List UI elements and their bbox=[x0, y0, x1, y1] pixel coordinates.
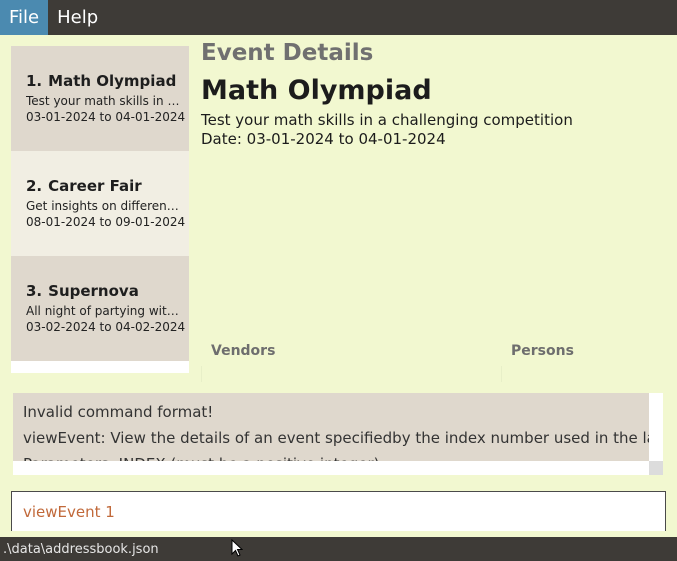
event-details-description: Test your math skills in a challenging c… bbox=[201, 111, 573, 129]
event-card-name: Math Olympiad bbox=[48, 72, 177, 90]
save-location: .\data\addressbook.json bbox=[3, 541, 159, 557]
persons-list[interactable] bbox=[501, 366, 677, 382]
result-horizontal-scrollbar[interactable] bbox=[13, 461, 649, 475]
mouse-cursor-icon bbox=[231, 539, 243, 557]
event-card-index: 1. bbox=[26, 72, 43, 90]
event-card-name: Supernova bbox=[48, 282, 139, 300]
event-card-title: 3. Supernova bbox=[26, 282, 189, 300]
event-details-name: Math Olympiad bbox=[201, 75, 432, 106]
command-input[interactable]: viewEvent 1 bbox=[11, 491, 666, 531]
menu-help[interactable]: Help bbox=[48, 0, 107, 35]
vendors-label: Vendors bbox=[211, 343, 276, 359]
vendors-list[interactable] bbox=[201, 366, 501, 382]
result-vertical-scrollbar[interactable] bbox=[649, 393, 663, 461]
event-card-1[interactable]: 1. Math Olympiad Test your math skills in… bbox=[11, 46, 189, 151]
event-card-description: Test your math skills in a challenging c… bbox=[26, 94, 181, 108]
event-card-title: 1. Math Olympiad bbox=[26, 72, 189, 90]
persons-label: Persons bbox=[511, 343, 574, 359]
menu-bar: File Help bbox=[0, 0, 677, 35]
event-card-3[interactable]: 3. Supernova All night of partying with f… bbox=[11, 256, 189, 361]
event-card-dates: 08-01-2024 to 09-01-2024 bbox=[26, 215, 186, 229]
event-card-2[interactable]: 2. Career Fair Get insights on different … bbox=[11, 151, 189, 256]
event-card-title: 2. Career Fair bbox=[26, 177, 189, 195]
event-list[interactable]: 1. Math Olympiad Test your math skills in… bbox=[11, 46, 189, 373]
menu-file[interactable]: File bbox=[0, 0, 49, 35]
scrollbar-corner bbox=[649, 461, 663, 475]
event-card-description: Get insights on different career paths bbox=[26, 199, 181, 213]
event-details-header: Event Details bbox=[201, 40, 374, 66]
status-bar: .\data\addressbook.json bbox=[0, 537, 677, 561]
event-card-index: 3. bbox=[26, 282, 43, 300]
event-card-index: 2. bbox=[26, 177, 43, 195]
event-card-description: All night of partying with friends bbox=[26, 304, 181, 318]
result-line: Parameters: INDEX (must be a positive in… bbox=[23, 451, 649, 461]
event-details-date: Date: 03-01-2024 to 04-01-2024 bbox=[201, 130, 446, 148]
event-card-dates: 03-01-2024 to 04-01-2024 bbox=[26, 110, 186, 124]
result-line: Invalid command format! bbox=[23, 403, 214, 421]
event-card-name: Career Fair bbox=[48, 177, 142, 195]
event-card-dates: 03-02-2024 to 04-02-2024 bbox=[26, 320, 186, 334]
result-display[interactable]: Invalid command format! viewEvent: View … bbox=[13, 393, 649, 461]
result-line: viewEvent: View the details of an event … bbox=[23, 429, 649, 447]
